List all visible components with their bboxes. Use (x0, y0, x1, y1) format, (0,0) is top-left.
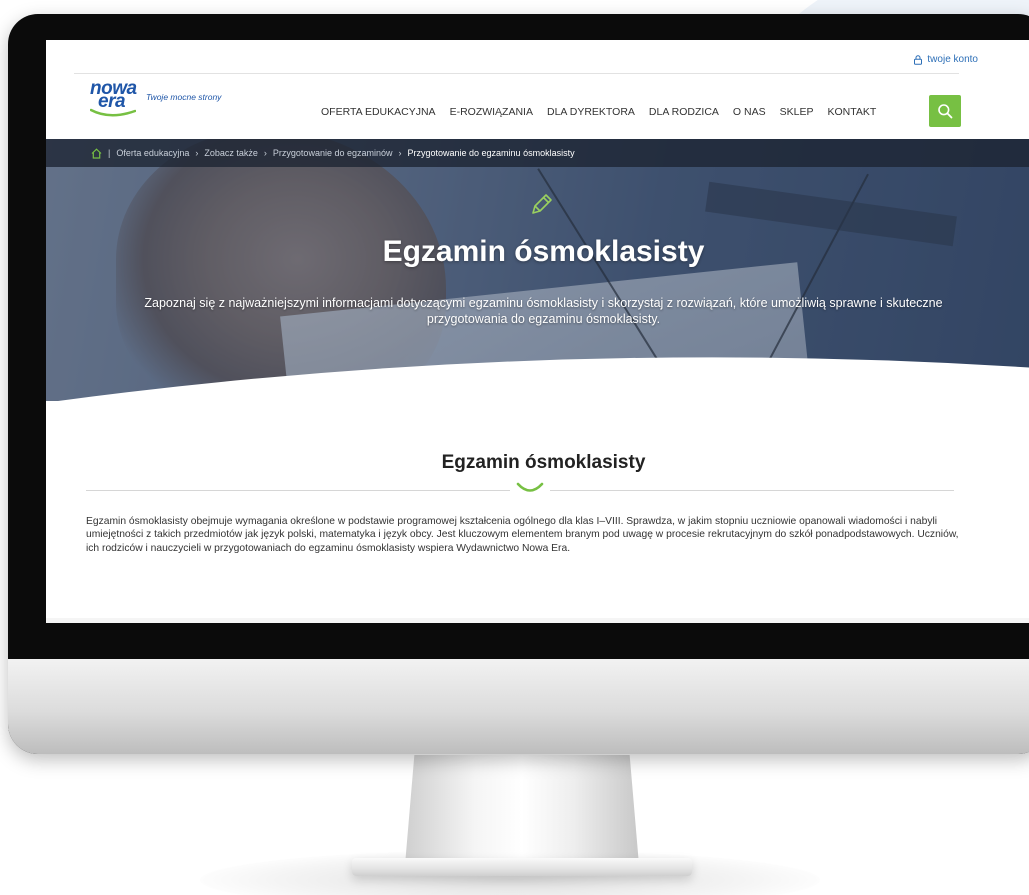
home-icon[interactable] (91, 147, 102, 159)
monitor-chin (8, 659, 1029, 754)
account-label: twoje konto (927, 54, 978, 65)
breadcrumb-item-przygotowanie[interactable]: Przygotowanie do egzaminów (273, 148, 393, 158)
monitor-stand-base (352, 858, 692, 876)
section-body: Egzamin ósmoklasisty obejmuje wymagania … (86, 516, 959, 554)
chevron-right-icon: › (195, 148, 199, 158)
monitor-stand-neck (405, 755, 639, 865)
nav-item-o-nas[interactable]: O NAS (733, 106, 766, 118)
breadcrumb-item-zobacz[interactable]: Zobacz także (204, 148, 258, 158)
section-title: Egzamin ósmoklasisty (441, 452, 646, 473)
nav-item-dla-dyrektora[interactable]: DLA DYREKTORA (547, 106, 635, 118)
hero-description: Zapoznaj się z najważniejszymi informacj… (144, 296, 943, 326)
browser-viewport: twoje konto nowa era Twoje mocne strony … (46, 40, 1029, 623)
section-divider-accent (510, 481, 550, 495)
chevron-right-icon: › (263, 148, 267, 158)
search-icon (938, 104, 953, 119)
account-link[interactable]: twoje konto (913, 54, 978, 65)
nav-item-sklep[interactable]: SKLEP (780, 106, 814, 118)
main-nav: OFERTA EDUKACYJNA E-ROZWIĄZANIA DLA DYRE… (321, 106, 876, 118)
nav-item-kontakt[interactable]: KONTAKT (827, 106, 876, 118)
page-bottom-band (46, 618, 1029, 623)
search-button[interactable] (929, 95, 961, 127)
pencil-icon (532, 194, 552, 214)
nav-item-oferta[interactable]: OFERTA EDUKACYJNA (321, 106, 436, 118)
logo[interactable]: nowa era Twoje mocne strony (90, 79, 240, 122)
nav-item-dla-rodzica[interactable]: DLA RODZICA (649, 106, 719, 118)
smile-swoosh-icon (516, 482, 544, 492)
header-divider (74, 73, 959, 74)
desktop-mockup: twoje konto nowa era Twoje mocne strony … (0, 0, 1029, 895)
breadcrumb: | Oferta edukacyjna › Zobacz także › Prz… (46, 139, 1029, 167)
hero-title: Egzamin ósmoklasisty (382, 235, 705, 268)
monitor-frame: twoje konto nowa era Twoje mocne strony … (8, 14, 1029, 754)
lock-icon (914, 54, 923, 65)
logo-swoosh-icon (90, 108, 136, 117)
hero-banner: | Oferta edukacyjna › Zobacz także › Prz… (46, 139, 1029, 401)
breadcrumb-item-oferta[interactable]: Oferta edukacyjna (116, 148, 189, 158)
hero-bottom-curve (58, 357, 1029, 401)
breadcrumb-separator: | (108, 148, 111, 158)
nav-item-e-rozwiazania[interactable]: E-ROZWIĄZANIA (450, 106, 533, 118)
chevron-right-icon: › (398, 148, 402, 158)
breadcrumb-item-current: Przygotowanie do egzaminu ósmoklasisty (407, 148, 575, 158)
logo-tagline: Twoje mocne strony (146, 92, 222, 102)
